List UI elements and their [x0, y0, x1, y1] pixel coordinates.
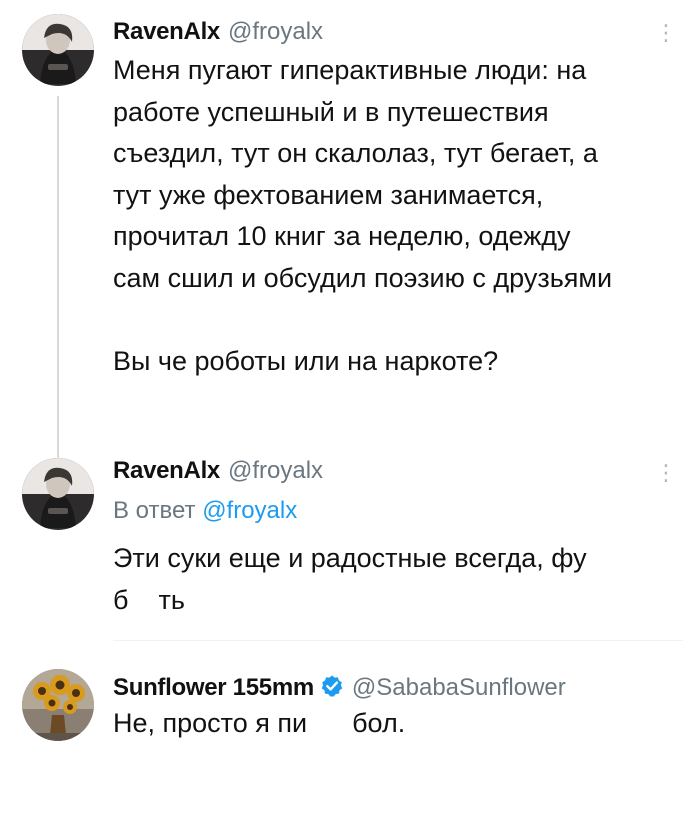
- avatar-sunflower-vase-image: [22, 669, 94, 741]
- user-handle[interactable]: @froyalx: [228, 18, 323, 45]
- thread-connector-line: [57, 96, 59, 461]
- more-options-icon[interactable]: ⋮: [655, 460, 677, 486]
- tweet-header: RavenAlx @froyalx: [113, 17, 323, 47]
- divider: [113, 640, 683, 641]
- avatar-ravenalx[interactable]: [22, 458, 94, 530]
- tweet-text: Не, просто я пи бол.: [113, 708, 406, 738]
- verified-badge-icon: [320, 674, 344, 706]
- tweet-text: Меня пугают гиперактивные люди: на работ…: [113, 55, 613, 376]
- avatar-portrait-image: [22, 458, 94, 530]
- reply-mention-link[interactable]: @froyalx: [202, 497, 297, 524]
- user-handle[interactable]: @SababaSunflower: [352, 674, 566, 701]
- avatar-ravenalx[interactable]: [22, 14, 94, 86]
- reply-prefix: В ответ: [113, 497, 196, 524]
- reply-context: В ответ @froyalx: [113, 496, 297, 526]
- tweet-header: RavenAlx @froyalx: [113, 456, 323, 486]
- display-name[interactable]: RavenAlx: [113, 18, 220, 45]
- tweet-header: Sunflower 155mm @SababaSunflower: [113, 673, 566, 706]
- more-options-icon[interactable]: ⋮: [655, 20, 677, 46]
- user-handle[interactable]: @froyalx: [228, 457, 323, 484]
- tweet-text: Эти суки еще и радостные всегда, фу б ть: [113, 543, 587, 615]
- avatar-portrait-image: [22, 14, 94, 86]
- avatar-sunflower[interactable]: [22, 669, 94, 741]
- display-name[interactable]: Sunflower 155mm: [113, 674, 314, 701]
- display-name[interactable]: RavenAlx: [113, 457, 220, 484]
